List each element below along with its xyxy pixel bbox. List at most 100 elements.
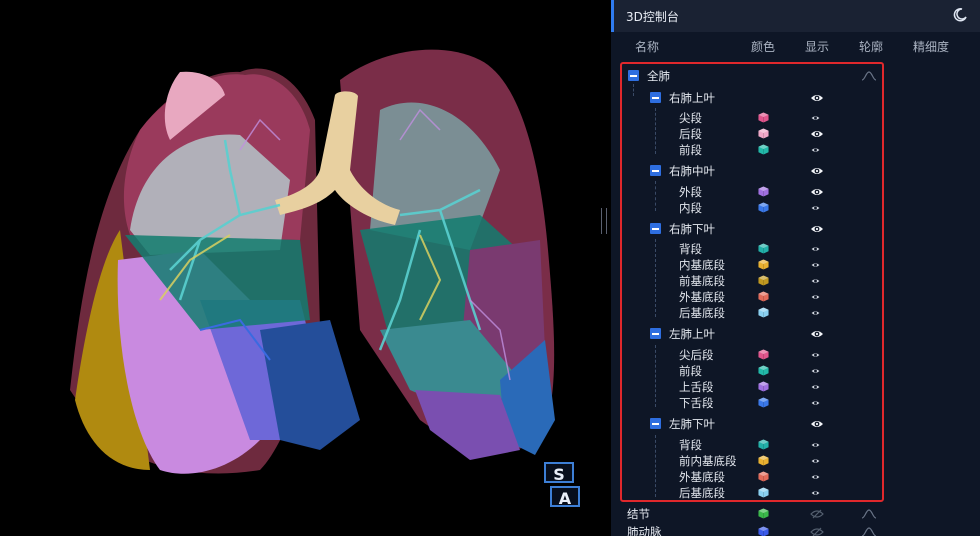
tree-row[interactable]: 内段 — [611, 200, 980, 216]
orientation-superior-face[interactable]: S — [544, 462, 574, 484]
tree-row[interactable]: 左肺下叶 — [611, 416, 980, 432]
tree-row[interactable]: 左肺上叶 — [611, 326, 980, 342]
tree-label: 右肺中叶 — [669, 164, 715, 178]
collapse-toggle[interactable] — [650, 92, 661, 103]
eye-icon[interactable] — [810, 202, 821, 214]
color-swatch-icon[interactable] — [758, 439, 769, 450]
color-swatch-icon[interactable] — [758, 275, 769, 286]
tree-label: 后基底段 — [679, 306, 725, 320]
eye-icon[interactable] — [810, 165, 824, 177]
eye-icon[interactable] — [810, 144, 821, 156]
collapse-toggle[interactable] — [650, 418, 661, 429]
color-swatch-icon[interactable] — [758, 349, 769, 360]
eye-icon[interactable] — [810, 418, 824, 430]
tree-row[interactable]: 后基底段 — [611, 305, 980, 321]
tree-row[interactable]: 背段 — [611, 437, 980, 453]
tree-label: 尖后段 — [679, 348, 714, 362]
orientation-anterior-face[interactable]: A — [550, 486, 580, 508]
collapse-toggle[interactable] — [650, 165, 661, 176]
color-swatch-icon[interactable] — [758, 307, 769, 318]
tree-label: 右肺上叶 — [669, 91, 715, 105]
eye-icon[interactable] — [810, 349, 821, 361]
tree-row[interactable]: 后基底段 — [611, 485, 980, 501]
eye-icon[interactable] — [810, 291, 821, 303]
tree-row[interactable]: 上舌段 — [611, 379, 980, 395]
eye-icon[interactable] — [810, 397, 821, 409]
tree-row[interactable]: 右肺上叶 — [611, 90, 980, 106]
eye-icon[interactable] — [810, 439, 821, 451]
color-swatch-icon[interactable] — [758, 381, 769, 392]
tree-row[interactable]: 结节 — [611, 506, 980, 522]
orientation-cube[interactable]: S A — [544, 462, 584, 514]
eye-icon[interactable] — [810, 471, 821, 483]
color-swatch-icon[interactable] — [758, 397, 769, 408]
tree-row[interactable]: 背段 — [611, 241, 980, 257]
color-swatch-icon[interactable] — [758, 508, 769, 519]
tree-label: 前内基底段 — [679, 454, 737, 468]
eye-icon[interactable] — [810, 243, 821, 255]
eye-hidden-icon[interactable] — [810, 526, 824, 536]
tree-row[interactable]: 右肺中叶 — [611, 163, 980, 179]
tree-label: 内基底段 — [679, 258, 725, 272]
tree-label: 背段 — [679, 242, 702, 256]
eye-icon[interactable] — [810, 381, 821, 393]
collapse-toggle[interactable] — [628, 70, 639, 81]
tree-row[interactable]: 右肺下叶 — [611, 221, 980, 237]
tree-row[interactable]: 尖段 — [611, 110, 980, 126]
color-swatch-icon[interactable] — [758, 112, 769, 123]
tree-row[interactable]: 前段 — [611, 142, 980, 158]
contour-icon[interactable] — [861, 508, 877, 520]
collapse-toggle[interactable] — [650, 328, 661, 339]
tree-label: 外基底段 — [679, 470, 725, 484]
tree-row[interactable]: 肺动脉 — [611, 524, 980, 536]
color-swatch-icon[interactable] — [758, 144, 769, 155]
eye-icon[interactable] — [810, 365, 821, 377]
eye-hidden-icon[interactable] — [810, 508, 824, 520]
eye-icon[interactable] — [810, 186, 824, 198]
eye-icon[interactable] — [810, 112, 821, 124]
eye-icon[interactable] — [810, 455, 821, 467]
structure-tree: 全肺 右肺上叶 尖段 后段 前段 右肺中叶 外段 内段 右肺下叶 背段 内基底段 前基底段 外基底段 后基… — [611, 0, 980, 536]
color-swatch-icon[interactable] — [758, 471, 769, 482]
color-swatch-icon[interactable] — [758, 186, 769, 197]
tree-row[interactable]: 前基底段 — [611, 273, 980, 289]
tree-label: 外段 — [679, 185, 702, 199]
tree-label: 全肺 — [647, 69, 670, 83]
eye-icon[interactable] — [810, 328, 824, 340]
color-swatch-icon[interactable] — [758, 259, 769, 270]
color-swatch-icon[interactable] — [758, 365, 769, 376]
tree-row[interactable]: 后段 — [611, 126, 980, 142]
contour-icon[interactable] — [861, 526, 877, 536]
tree-row[interactable]: 内基底段 — [611, 257, 980, 273]
tree-row[interactable]: 外基底段 — [611, 469, 980, 485]
tree-row[interactable]: 前段 — [611, 363, 980, 379]
color-swatch-icon[interactable] — [758, 487, 769, 498]
color-swatch-icon[interactable] — [758, 243, 769, 254]
tree-row[interactable]: 前内基底段 — [611, 453, 980, 469]
tree-row[interactable]: 下舌段 — [611, 395, 980, 411]
color-swatch-icon[interactable] — [758, 202, 769, 213]
tree-row[interactable]: 外基底段 — [611, 289, 980, 305]
tree-label: 前段 — [679, 364, 702, 378]
eye-icon[interactable] — [810, 307, 821, 319]
tree-label: 外基底段 — [679, 290, 725, 304]
panel-splitter-handle[interactable] — [601, 208, 607, 234]
eye-icon[interactable] — [810, 128, 824, 140]
color-swatch-icon[interactable] — [758, 526, 769, 536]
color-swatch-icon[interactable] — [758, 291, 769, 302]
contour-icon[interactable] — [861, 70, 877, 82]
collapse-toggle[interactable] — [650, 223, 661, 234]
tree-row[interactable]: 外段 — [611, 184, 980, 200]
tree-label: 下舌段 — [679, 396, 714, 410]
eye-icon[interactable] — [810, 487, 821, 499]
tree-label: 前段 — [679, 143, 702, 157]
tree-row[interactable]: 全肺 — [611, 68, 980, 84]
eye-icon[interactable] — [810, 92, 824, 104]
eye-icon[interactable] — [810, 275, 821, 287]
3d-viewport[interactable]: S A — [0, 0, 610, 536]
tree-row[interactable]: 尖后段 — [611, 347, 980, 363]
color-swatch-icon[interactable] — [758, 455, 769, 466]
eye-icon[interactable] — [810, 259, 821, 271]
color-swatch-icon[interactable] — [758, 128, 769, 139]
eye-icon[interactable] — [810, 223, 824, 235]
